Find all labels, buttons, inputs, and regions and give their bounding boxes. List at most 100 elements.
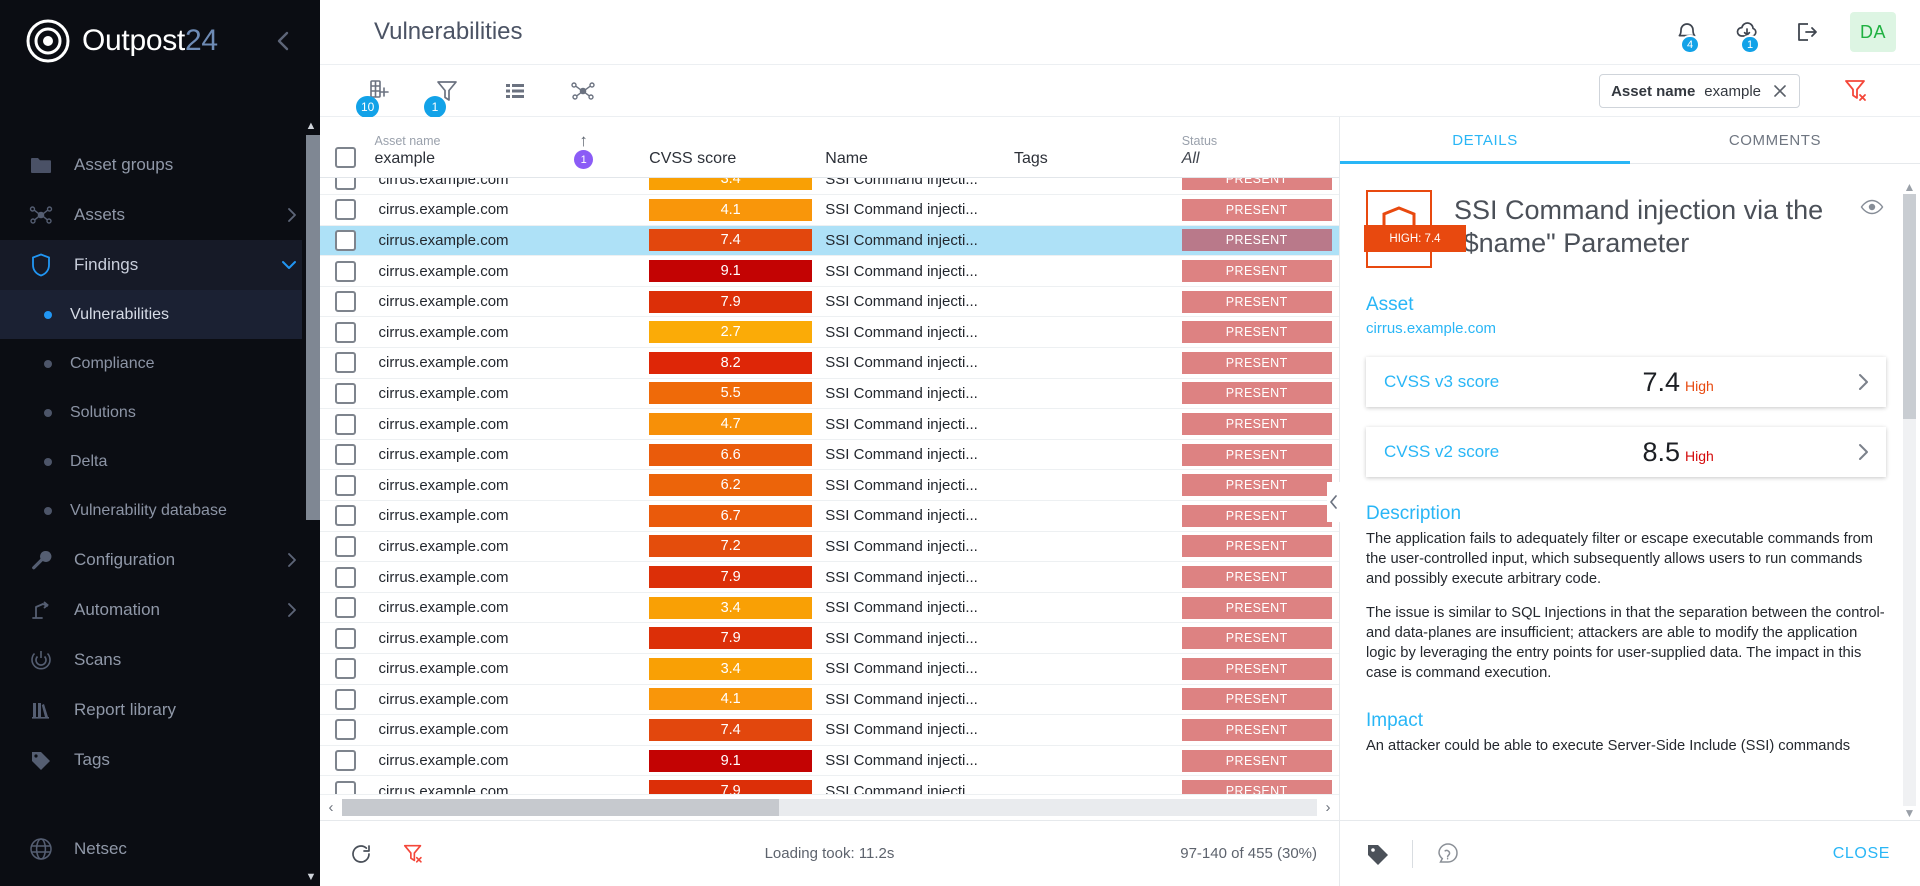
row-checkbox[interactable] — [335, 719, 356, 741]
close-icon[interactable] — [1772, 83, 1788, 99]
eye-icon[interactable] — [1860, 190, 1886, 216]
downloads-button[interactable]: 1 — [1730, 15, 1764, 54]
scroll-left-arrow-icon[interactable]: ‹ — [320, 799, 342, 816]
row-checkbox[interactable] — [335, 260, 356, 282]
table-body-scroll[interactable]: cirrus.example.com 3.4 SSI Command injecti… — [320, 178, 1339, 794]
sidebar-item-automation[interactable]: Automation — [0, 585, 320, 635]
status-header[interactable]: Status All — [1182, 117, 1339, 177]
row-checkbox[interactable] — [335, 780, 356, 794]
table-row[interactable]: cirrus.example.com 2.7 SSI Command injecti… — [320, 317, 1339, 348]
sidebar-item-solutions[interactable]: Solutions — [0, 388, 320, 437]
table-row[interactable]: cirrus.example.com 4.7 SSI Command injecti… — [320, 409, 1339, 440]
list-view-button[interactable] — [496, 72, 534, 110]
sidebar-item-vulnerability-database[interactable]: Vulnerability database — [0, 486, 320, 535]
table-row[interactable]: cirrus.example.com 7.4 SSI Command injecti… — [320, 715, 1339, 746]
row-checkbox[interactable] — [335, 178, 356, 190]
detail-scroll-down-icon[interactable]: ▼ — [1903, 806, 1916, 820]
row-checkbox[interactable] — [335, 444, 356, 466]
cvss-v2-card[interactable]: CVSS v2 score 8.5 High — [1366, 427, 1886, 477]
table-row[interactable]: cirrus.example.com 3.4 SSI Command injecti… — [320, 592, 1339, 623]
row-checkbox[interactable] — [335, 566, 356, 588]
refresh-button[interactable] — [350, 843, 372, 865]
table-horizontal-scrollbar[interactable]: ‹ › — [320, 794, 1339, 820]
sidebar-item-netsec[interactable]: Netsec — [0, 831, 320, 881]
filter-button[interactable]: 1 — [424, 72, 466, 118]
row-checkbox[interactable] — [335, 382, 356, 404]
help-icon[interactable] — [1435, 841, 1461, 867]
sidebar-item-scans[interactable]: Scans — [0, 635, 320, 685]
table-row[interactable]: cirrus.example.com 3.4 SSI Command injecti… — [320, 654, 1339, 685]
row-checkbox[interactable] — [335, 229, 356, 251]
sort-indicator[interactable]: ↑ 1 — [574, 132, 594, 169]
sidebar-item-findings[interactable]: Findings — [0, 240, 320, 290]
sidebar-item-asset-groups[interactable]: Asset groups — [0, 140, 320, 190]
logout-button[interactable] — [1790, 15, 1824, 49]
row-checkbox[interactable] — [335, 291, 356, 313]
chevron-right-icon[interactable] — [1857, 372, 1870, 392]
table-row[interactable]: cirrus.example.com 6.2 SSI Command injecti… — [320, 470, 1339, 501]
sidebar-item-report-library[interactable]: Report library — [0, 685, 320, 735]
row-checkbox[interactable] — [335, 199, 356, 221]
detail-vertical-scrollbar[interactable]: ▲ ▼ — [1903, 180, 1916, 820]
row-checkbox[interactable] — [335, 688, 356, 710]
table-row[interactable]: cirrus.example.com 4.1 SSI Command injecti… — [320, 684, 1339, 715]
sidebar-item-compliance[interactable]: Compliance — [0, 339, 320, 388]
notifications-button[interactable]: 4 — [1670, 15, 1704, 54]
cvss-v3-card[interactable]: CVSS v3 score 7.4 High — [1366, 357, 1886, 407]
sidebar-item-configuration[interactable]: Configuration — [0, 535, 320, 585]
row-checkbox[interactable] — [335, 535, 356, 557]
sidebar-item-tags[interactable]: Tags — [0, 735, 320, 785]
scrollbar-track[interactable] — [304, 135, 320, 868]
graph-view-button[interactable] — [564, 72, 602, 110]
row-checkbox[interactable] — [335, 597, 356, 619]
table-row[interactable]: cirrus.example.com 7.9 SSI Command injecti… — [320, 776, 1339, 794]
scroll-right-arrow-icon[interactable]: › — [1317, 799, 1339, 816]
sidebar-item-vulnerabilities[interactable]: Vulnerabilities — [0, 290, 320, 339]
clear-filters-button[interactable] — [1842, 76, 1870, 104]
table-row[interactable]: cirrus.example.com 7.9 SSI Command injecti… — [320, 562, 1339, 593]
sidebar-item-delta[interactable]: Delta — [0, 437, 320, 486]
table-row[interactable]: cirrus.example.com 3.4 SSI Command injecti… — [320, 178, 1339, 195]
detail-scroll-up-icon[interactable]: ▲ — [1903, 180, 1916, 194]
active-filter-chip[interactable]: Asset name example — [1599, 74, 1800, 108]
chevron-right-icon[interactable] — [1857, 442, 1870, 462]
hscroll-track[interactable] — [342, 799, 1317, 816]
table-row[interactable]: cirrus.example.com 6.6 SSI Command injecti… — [320, 439, 1339, 470]
row-checkbox[interactable] — [335, 627, 356, 649]
close-button[interactable]: CLOSE — [1833, 845, 1890, 863]
detail-scrollbar-thumb[interactable] — [1903, 194, 1916, 419]
row-checkbox[interactable] — [335, 505, 356, 527]
tab-comments[interactable]: COMMENTS — [1630, 117, 1920, 163]
cvss-score-header[interactable]: CVSS score — [649, 117, 825, 177]
row-checkbox[interactable] — [335, 750, 356, 772]
scroll-down-arrow-icon[interactable]: ▼ — [302, 868, 320, 886]
table-row[interactable]: cirrus.example.com 5.5 SSI Command injecti… — [320, 378, 1339, 409]
collapse-detail-pane-button[interactable] — [1327, 481, 1340, 522]
asset-link[interactable]: cirrus.example.com — [1366, 320, 1886, 337]
table-row[interactable]: cirrus.example.com 7.9 SSI Command injecti… — [320, 286, 1339, 317]
row-checkbox[interactable] — [335, 321, 356, 343]
tab-details[interactable]: DETAILS — [1340, 117, 1630, 164]
select-all-checkbox[interactable] — [335, 147, 356, 168]
table-row[interactable]: cirrus.example.com 4.1 SSI Command injecti… — [320, 195, 1339, 226]
table-row[interactable]: cirrus.example.com 9.1 SSI Command injecti… — [320, 745, 1339, 776]
detail-scrollbar-track[interactable] — [1903, 194, 1916, 806]
table-row[interactable]: cirrus.example.com 7.9 SSI Command injecti… — [320, 623, 1339, 654]
table-row[interactable]: cirrus.example.com 7.2 SSI Command injecti… — [320, 531, 1339, 562]
row-checkbox[interactable] — [335, 658, 356, 680]
sidebar-collapse-button[interactable] — [270, 27, 298, 55]
clear-table-filters-button[interactable] — [402, 842, 426, 866]
row-checkbox[interactable] — [335, 352, 356, 374]
tags-header[interactable]: Tags — [1014, 117, 1182, 177]
table-row[interactable]: cirrus.example.com 9.1 SSI Command injecti… — [320, 256, 1339, 287]
name-header[interactable]: Name — [825, 117, 1014, 177]
scroll-up-arrow-icon[interactable]: ▲ — [302, 117, 320, 135]
create-report-button[interactable]: 10 — [356, 72, 398, 118]
table-vertical-scrollbar[interactable]: ▲ ▼ — [302, 117, 320, 886]
avatar[interactable]: DA — [1850, 12, 1896, 52]
hscroll-thumb[interactable] — [342, 799, 779, 816]
asset-name-header[interactable]: Asset name example ↑ 1 — [375, 117, 650, 177]
tag-icon[interactable] — [1366, 842, 1390, 866]
row-checkbox[interactable] — [335, 474, 356, 496]
sidebar-item-assets[interactable]: Assets — [0, 190, 320, 240]
